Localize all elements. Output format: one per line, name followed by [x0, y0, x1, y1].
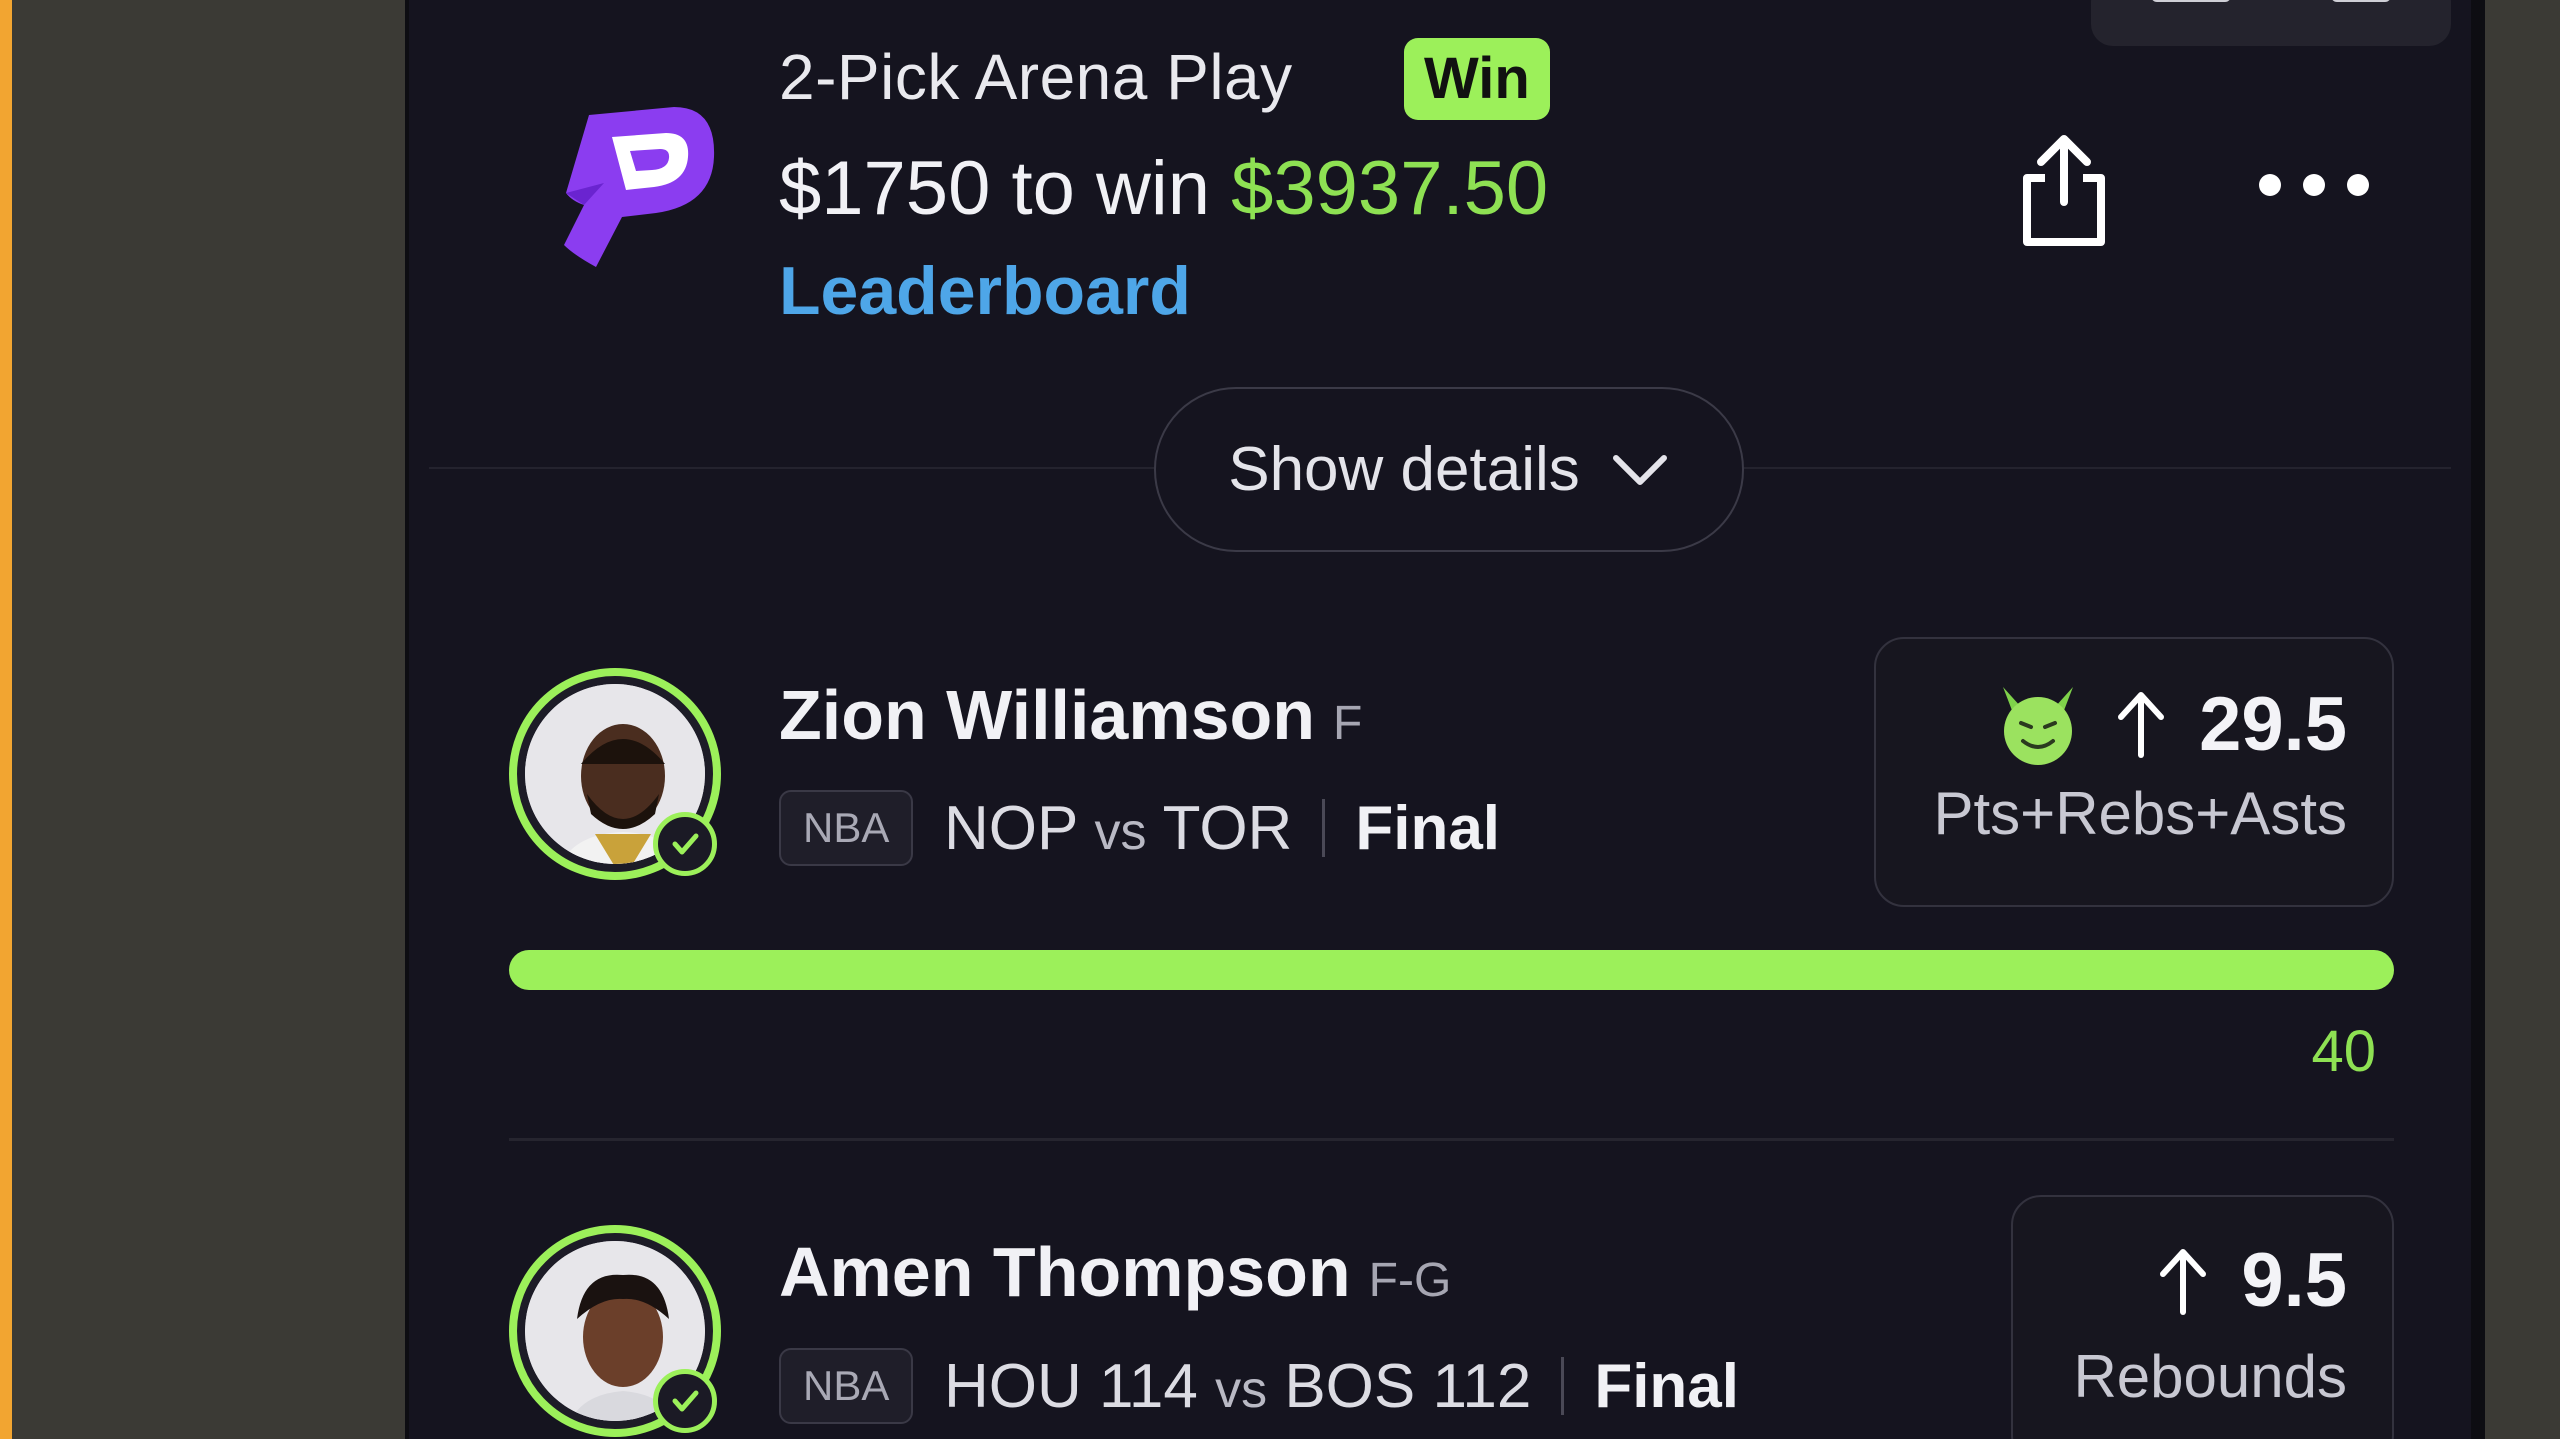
- game-status: Final: [1594, 1352, 1740, 1421]
- status-glyph: [2151, 0, 2231, 2]
- status-bar-pill: [2091, 0, 2451, 46]
- leaderboard-link[interactable]: Leaderboard: [779, 252, 1191, 330]
- projection-card[interactable]: 29.5 Pts+Rebs+Asts: [1874, 637, 2394, 907]
- team-b: BOS 112: [1284, 1352, 1532, 1421]
- result-value: 40: [2311, 1019, 2376, 1084]
- team-a: NOP: [944, 794, 1078, 863]
- game-matchup: NOP vs TOR Final: [944, 793, 1500, 864]
- check-icon: [653, 1369, 717, 1433]
- progress-fill: [509, 950, 2394, 990]
- dot: [2347, 174, 2369, 196]
- game-status: Final: [1355, 794, 1501, 863]
- stat-type: Rebounds: [2073, 1343, 2347, 1410]
- player-avatar[interactable]: [509, 668, 721, 880]
- win-badge: Win: [1404, 38, 1550, 120]
- left-accent-bar: [0, 0, 12, 1439]
- devil-emoji-icon: [2003, 687, 2074, 765]
- chevron-down-icon: [1612, 454, 1667, 485]
- projection-card[interactable]: 9.5 Rebounds: [2011, 1195, 2394, 1439]
- player-name: Amen Thompson F-G: [779, 1232, 1451, 1312]
- payout-amount: $3937.50: [1231, 146, 1549, 231]
- show-details-button[interactable]: Show details: [1154, 387, 1744, 552]
- player-avatar[interactable]: [509, 1225, 721, 1437]
- player-position: F: [1333, 697, 1363, 750]
- dot: [2259, 174, 2281, 196]
- dot: [2303, 174, 2325, 196]
- wager-amount: $1750 to win: [779, 146, 1210, 231]
- share-icon[interactable]: [2009, 130, 2119, 250]
- league-tag: NBA: [779, 1348, 914, 1424]
- arrow-up-icon: [2160, 1248, 2207, 1315]
- row-divider: [509, 1138, 2394, 1141]
- app-screen: 2-Pick Arena Play Win $1750 to win $3937…: [405, 0, 2485, 1439]
- status-glyph: [2331, 0, 2391, 2]
- progress-bar: [509, 950, 2394, 990]
- projection-line: 9.5: [2153, 1237, 2347, 1324]
- player-name-text: Amen Thompson: [779, 1233, 1351, 1311]
- player-position: F-G: [1368, 1254, 1452, 1307]
- projection-line: 29.5: [1993, 679, 2347, 769]
- play-title: 2-Pick Arena Play: [779, 41, 1293, 113]
- show-details-label: Show details: [1228, 435, 1580, 504]
- line-value: 29.5: [2199, 681, 2347, 767]
- player-name-text: Zion Williamson: [779, 676, 1316, 754]
- wager-summary: $1750 to win $3937.50: [779, 145, 1548, 232]
- separator: [1561, 1357, 1565, 1415]
- team-b: TOR: [1162, 794, 1293, 863]
- stat-type: Pts+Rebs+Asts: [1933, 780, 2347, 847]
- vs-text: vs: [1215, 1361, 1268, 1419]
- check-icon: [653, 812, 717, 876]
- line-value: 9.5: [2241, 1238, 2347, 1323]
- separator: [1322, 799, 1326, 857]
- more-icon[interactable]: [2259, 165, 2369, 205]
- game-matchup: HOU 114 vs BOS 112 Final: [944, 1351, 1739, 1422]
- player-name: Zion Williamson F: [779, 675, 1362, 755]
- app-logo-icon: [564, 107, 715, 267]
- arrow-up-icon: [2118, 692, 2165, 758]
- league-tag: NBA: [779, 790, 914, 866]
- vs-text: vs: [1094, 803, 1147, 861]
- team-a: HOU 114: [944, 1352, 1198, 1421]
